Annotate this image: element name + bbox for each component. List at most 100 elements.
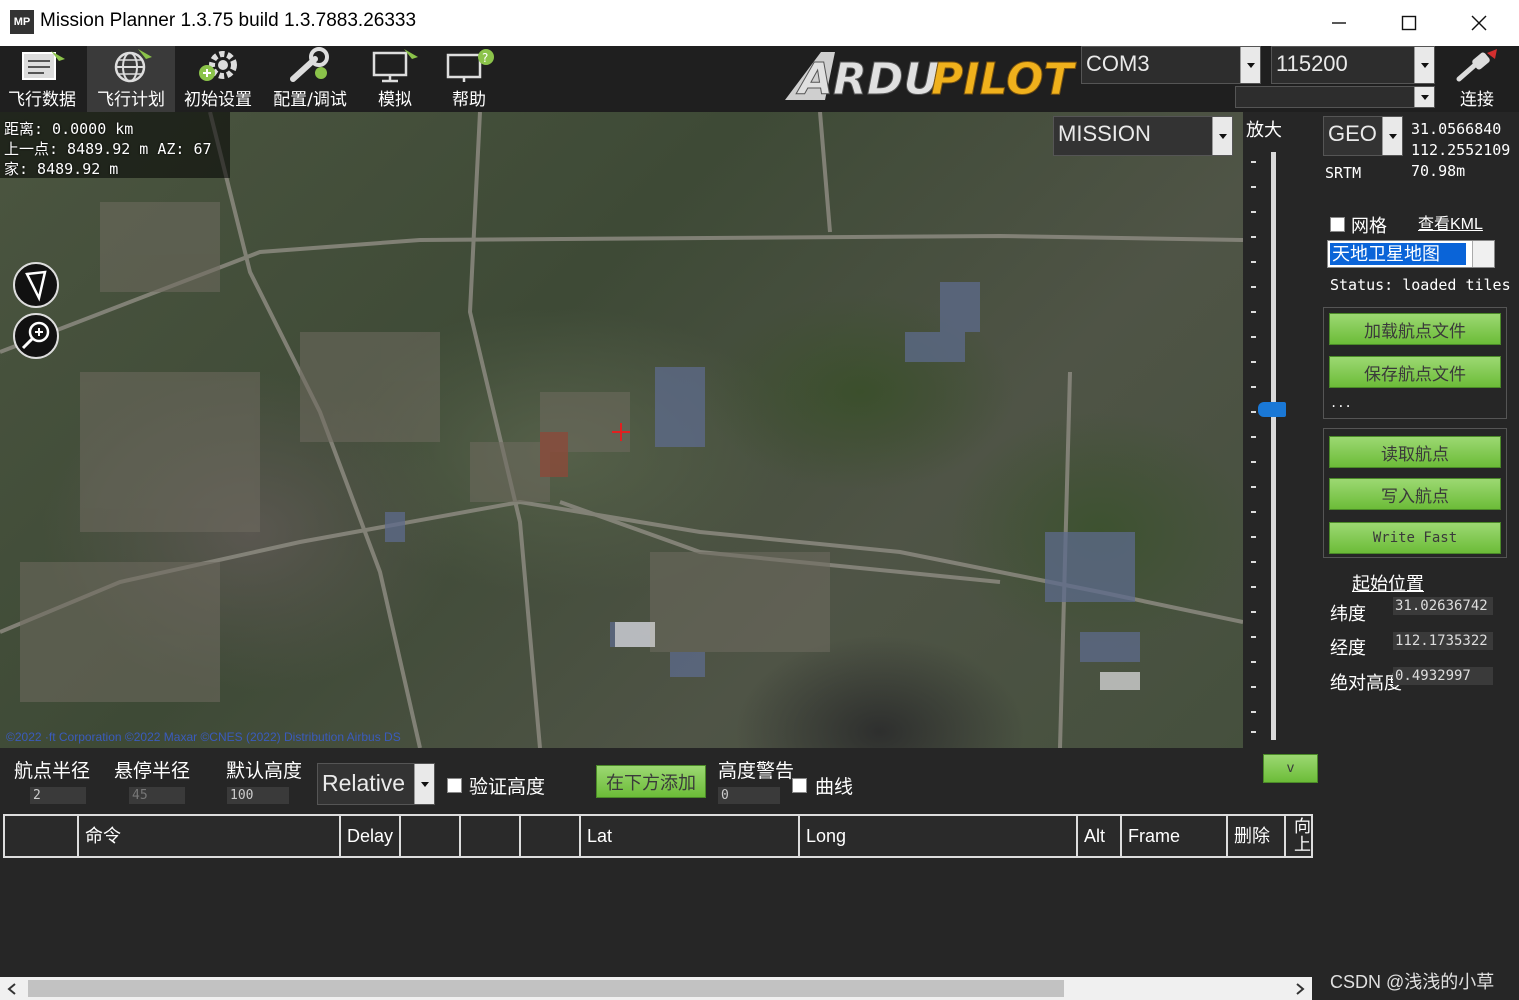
flight-plan-icon (114, 49, 152, 83)
polygon-tool-button[interactable] (13, 262, 59, 308)
window-title: Mission Planner 1.3.75 build 1.3.7883.26… (40, 10, 417, 31)
toolbar-simulation[interactable]: 模拟 (362, 46, 428, 112)
map-mode-select[interactable]: MISSION (1053, 116, 1233, 156)
col-delete[interactable]: 删除 (1226, 816, 1284, 856)
logo-text-ardu: ARDU (796, 54, 939, 104)
horizontal-scrollbar[interactable] (0, 977, 1312, 1000)
satellite-map[interactable]: 距离: 0.0000 km 上一点: 8489.92 m AZ: 67 家: 8… (0, 112, 1243, 748)
coord-type-select[interactable]: GEO (1323, 116, 1403, 156)
zoom-slider-ticks (1251, 161, 1256, 733)
map-roads (0, 112, 1243, 748)
chevron-down-icon (1382, 117, 1402, 155)
title-bar: MP Mission Planner 1.3.75 build 1.3.7883… (0, 0, 1519, 46)
toolbar-flight-data[interactable]: 飞行数据 (4, 46, 80, 112)
baud-select[interactable]: 115200 (1271, 46, 1435, 84)
default-alt-label: 默认高度 (226, 761, 303, 782)
svg-text:?: ? (482, 51, 488, 65)
toolbar-label: 配置/调试 (273, 90, 347, 110)
col-index[interactable] (5, 816, 77, 856)
toolbar-flight-plan[interactable]: 飞行计划 (87, 46, 175, 112)
read-wp-button[interactable]: 读取航点 (1329, 436, 1501, 468)
zoom-slider-track[interactable] (1271, 152, 1276, 740)
link-select[interactable] (1235, 86, 1435, 108)
load-wp-file-button[interactable]: 加载航点文件 (1329, 313, 1501, 345)
add-below-button[interactable]: 在下方添加 (596, 765, 706, 798)
alt-frame-select[interactable]: Relative (317, 763, 435, 805)
home-location-title[interactable]: 起始位置 (1352, 570, 1424, 596)
prev-point-readout: 上一点: 8489.92 m AZ: 67 (4, 140, 212, 158)
coord-type-value: GEO (1328, 121, 1377, 146)
map-status: Status: loaded tiles (1330, 276, 1510, 294)
main-toolbar: 飞行数据 飞行计划 初始设置 配置/调试 模拟 ? 帮助 ARDU PILOT … (0, 46, 1519, 112)
zoom-label: 放大 (1246, 120, 1282, 140)
verify-height-checkbox[interactable] (447, 778, 462, 793)
view-kml-link[interactable]: 查看KML (1418, 210, 1483, 234)
save-wp-file-button[interactable]: 保存航点文件 (1329, 356, 1501, 388)
col-frame[interactable]: Frame (1120, 816, 1226, 856)
toolbar-config-tuning[interactable]: 配置/调试 (266, 46, 354, 112)
chevron-down-icon (1414, 87, 1434, 107)
zoom-search-icon (21, 321, 50, 350)
app-icon: MP (10, 10, 34, 34)
map-provider-select[interactable]: 天地卫星地图 (1327, 240, 1495, 268)
port-select[interactable]: COM3 (1081, 46, 1261, 84)
waypoint-grid-body[interactable] (3, 858, 1313, 976)
col-param2[interactable] (399, 816, 459, 856)
toolbar-help[interactable]: ? 帮助 (436, 46, 502, 112)
close-icon (1471, 15, 1487, 31)
home-alt-field[interactable]: 0.4932997 (1393, 667, 1493, 685)
home-distance-readout: 家: 8489.92 m (4, 160, 119, 178)
close-button[interactable] (1444, 0, 1514, 46)
scroll-left-icon[interactable] (6, 982, 18, 996)
map-provider-value: 天地卫星地图 (1330, 243, 1466, 265)
minimize-icon (1332, 22, 1346, 24)
maximize-icon (1401, 15, 1417, 31)
grid-checkbox[interactable] (1330, 217, 1345, 232)
write-wp-button[interactable]: 写入航点 (1329, 478, 1501, 510)
wp-radius-field[interactable]: 2 (30, 787, 86, 804)
scrollbar-thumb[interactable] (28, 980, 1064, 997)
col-delay[interactable]: Delay (339, 816, 399, 856)
map-copyright: ©2022 ·ft Corporation ©2022 Maxar ©CNES … (6, 730, 401, 744)
loiter-radius-field[interactable]: 45 (129, 787, 185, 804)
flight-data-icon (22, 51, 65, 80)
alt-warn-field[interactable]: 0 (718, 787, 780, 804)
more-options-ellipsis[interactable]: ... (1330, 396, 1352, 410)
cursor-lat: 31.0566840 (1411, 120, 1502, 138)
loiter-radius-label: 悬停半径 (114, 761, 191, 782)
spline-checkbox[interactable] (792, 778, 807, 793)
col-alt[interactable]: Alt (1076, 816, 1120, 856)
col-param3[interactable] (459, 816, 519, 856)
connect-icon (1456, 49, 1497, 82)
col-long[interactable]: Long (798, 816, 1076, 856)
home-lng-field[interactable]: 112.1735322 (1393, 632, 1493, 650)
zoom-slider-thumb[interactable] (1258, 402, 1286, 417)
home-lat-field[interactable]: 31.02636742 (1393, 597, 1493, 615)
map-mode-value: MISSION (1058, 121, 1151, 146)
initial-setup-icon (199, 51, 237, 81)
connect-button[interactable]: 连接 (1445, 46, 1509, 112)
scroll-right-icon[interactable] (1294, 982, 1306, 996)
default-alt-field[interactable]: 100 (227, 787, 289, 804)
home-lat-label: 纬度 (1330, 604, 1366, 624)
home-lng-label: 经度 (1330, 638, 1366, 658)
wp-radius-label: 航点半径 (14, 761, 91, 782)
grid-label: 网格 (1351, 216, 1387, 236)
connect-label: 连接 (1460, 90, 1494, 110)
col-command[interactable]: 命令 (77, 816, 339, 856)
write-fast-button[interactable]: Write Fast (1329, 522, 1501, 554)
config-tuning-icon (290, 47, 329, 82)
spline-label: 曲线 (815, 777, 854, 798)
collapse-panel-button[interactable]: v (1263, 754, 1318, 783)
col-lat[interactable]: Lat (579, 816, 798, 856)
col-param4[interactable] (519, 816, 579, 856)
polygon-icon (25, 270, 47, 302)
maximize-button[interactable] (1374, 0, 1444, 46)
toolbar-label: 飞行数据 (8, 90, 76, 110)
zoom-tool-button[interactable] (13, 313, 59, 359)
minimize-button[interactable] (1304, 0, 1374, 46)
logo-text-pilot: PILOT (931, 54, 1076, 104)
toolbar-initial-setup[interactable]: 初始设置 (180, 46, 256, 112)
col-up[interactable]: 向上 (1284, 816, 1311, 856)
alt-frame-value: Relative (322, 770, 406, 796)
